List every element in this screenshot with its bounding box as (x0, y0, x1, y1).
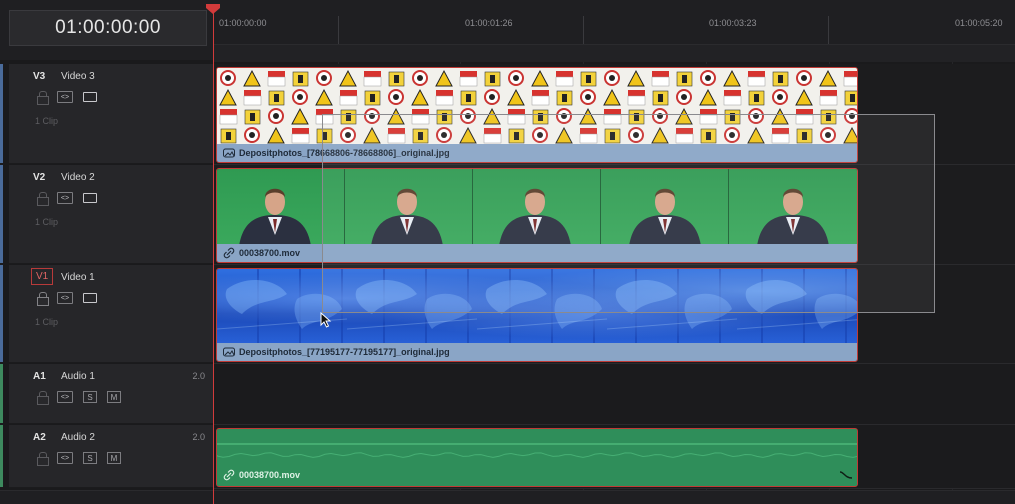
timeline-clip-v1[interactable]: Depositphotos_[77195177-77195177]_origin… (216, 268, 858, 362)
playhead-icon[interactable] (206, 4, 220, 14)
track-color-edge (0, 64, 3, 163)
track-header-v3[interactable]: V3 Video 3 <> 1 Clip (0, 64, 213, 164)
link-icon (223, 247, 235, 259)
image-clip-icon (223, 148, 235, 158)
track-header-a1[interactable]: A1 Audio 1 2.0 <> S M (0, 364, 213, 424)
monitor-icon[interactable] (83, 293, 97, 303)
lock-icon[interactable] (37, 91, 49, 105)
track-id: A2 (33, 432, 46, 443)
solo-button[interactable]: S (83, 391, 97, 403)
horizontal-scrollbar[interactable] (0, 490, 1015, 504)
track-header-v1[interactable]: V1 Video 1 <> 1 Clip (0, 265, 213, 363)
auto-select-icon[interactable]: <> (57, 91, 73, 103)
time-ruler[interactable]: 01:00:00:00 01:00:01:26 01:00:03:23 01:0… (213, 6, 1015, 46)
warning-signs-thumbnail (217, 68, 857, 146)
track-name[interactable]: Audio 1 (61, 371, 95, 382)
clip-name: Depositphotos_[78668806-78668806]_origin… (239, 148, 450, 158)
monitor-icon[interactable] (83, 193, 97, 203)
auto-select-icon[interactable]: <> (57, 292, 73, 304)
clip-count: 1 Clip (35, 317, 59, 327)
track-header-v2[interactable]: V2 Video 2 <> 1 Clip (0, 165, 213, 264)
clip-count: 1 Clip (35, 116, 59, 126)
lock-icon[interactable] (37, 192, 49, 206)
lock-icon[interactable] (37, 391, 49, 405)
timeline-window: 01:00:00:00 01:00:00:00 01:00:01:26 01:0… (0, 0, 1015, 504)
track-color-edge (0, 364, 3, 423)
monitor-icon[interactable] (83, 92, 97, 102)
clip-name: 00038700.mov (239, 248, 301, 258)
track-id: V3 (33, 71, 46, 82)
ruler-label: 01:00:05:20 (955, 18, 1003, 28)
track-id: A1 (33, 371, 46, 382)
clip-label-bar: Depositphotos_[78668806-78668806]_origin… (217, 144, 857, 162)
clip-thumbnail-strip (217, 169, 857, 246)
playhead-line[interactable] (213, 10, 214, 504)
clip-label-bar: 00038700.mov (217, 244, 857, 262)
lock-icon[interactable] (37, 292, 49, 306)
track-header-a2[interactable]: A2 Audio 2 2.0 <> S M (0, 425, 213, 488)
track-color-edge (0, 265, 3, 362)
clip-label-bar: Depositphotos_[77195177-77195177]_origin… (217, 343, 857, 361)
clip-thumbnail-strip (217, 68, 857, 146)
auto-select-icon[interactable]: <> (57, 192, 73, 204)
track-id: V2 (33, 172, 46, 183)
mouse-cursor-icon (320, 312, 332, 328)
channel-format: 2.0 (192, 432, 205, 442)
track-name[interactable]: Video 2 (61, 172, 95, 183)
ruler-tick (828, 16, 829, 46)
timecode-display[interactable]: 01:00:00:00 (9, 10, 207, 46)
auto-select-icon[interactable]: <> (57, 452, 73, 464)
fade-handle-icon[interactable] (839, 469, 853, 481)
clip-label-bar: 00038700.mov (217, 464, 857, 486)
ruler-tick (338, 16, 339, 46)
track-name[interactable]: Audio 2 (61, 432, 95, 443)
ruler-subbar (213, 44, 1015, 62)
clip-name: Depositphotos_[77195177-77195177]_origin… (239, 347, 450, 357)
track-color-edge (0, 165, 3, 263)
clip-count: 1 Clip (35, 217, 59, 227)
track-id-destination[interactable]: V1 (31, 268, 54, 285)
lock-icon[interactable] (37, 452, 49, 466)
track-color-edge (0, 425, 3, 487)
mute-button[interactable]: M (107, 391, 121, 403)
mute-button[interactable]: M (107, 452, 121, 464)
world-map-thumbnail (217, 279, 857, 330)
timeline-clip-a2[interactable]: 00038700.mov (216, 428, 858, 487)
ruler-label: 01:00:01:26 (465, 18, 513, 28)
track-name[interactable]: Video 1 (61, 272, 95, 283)
clip-thumbnail-strip (217, 269, 857, 343)
link-icon (223, 469, 235, 481)
auto-select-icon[interactable]: <> (57, 391, 73, 403)
presenter-thumbnails (239, 188, 829, 246)
image-clip-icon (223, 347, 235, 357)
ruler-tick (583, 16, 584, 46)
timeline-clip-v3[interactable]: Depositphotos_[78668806-78668806]_origin… (216, 67, 858, 163)
clip-name: 00038700.mov (239, 470, 301, 480)
solo-button[interactable]: S (83, 452, 97, 464)
ruler-label: 01:00:03:23 (709, 18, 757, 28)
ruler-label: 01:00:00:00 (219, 18, 267, 28)
timeline-clip-v2[interactable]: 00038700.mov (216, 168, 858, 263)
track-name[interactable]: Video 3 (61, 71, 95, 82)
track-lane-a1[interactable] (214, 364, 1015, 425)
channel-format: 2.0 (192, 371, 205, 381)
